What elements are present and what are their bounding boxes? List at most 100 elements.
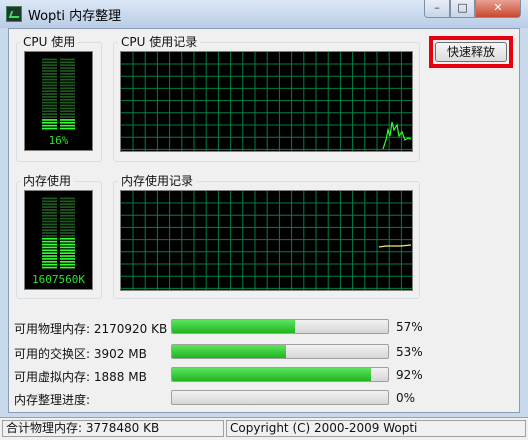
stat-percent-virtual: 92% [396, 368, 423, 382]
meter-segment [42, 90, 57, 92]
meter-segment [42, 206, 57, 208]
meter-segment [60, 75, 75, 78]
meter-segment [42, 217, 57, 220]
cpu-history-label: CPU 使用记录 [118, 35, 201, 49]
meter-segment [42, 113, 57, 115]
meter-segment [60, 110, 75, 113]
meter-segment [60, 93, 75, 95]
close-button[interactable]: ✕ [475, 0, 521, 18]
virtual-memory-bar-fill [172, 368, 371, 381]
meter-segment [42, 116, 57, 118]
meter-segment [60, 263, 75, 266]
meter-segment [60, 260, 75, 263]
meter-segment [60, 101, 75, 104]
memory-history-line [378, 244, 412, 248]
swap-bar [171, 344, 389, 359]
meter-segment [60, 258, 75, 260]
memory-graph-grid [121, 191, 412, 290]
minimize-button[interactable]: – [424, 0, 450, 18]
physical-memory-bar-fill [172, 320, 296, 333]
fast-release-button[interactable]: 快速释放 [435, 42, 507, 62]
meter-segment [60, 203, 75, 206]
memory-history-graph [120, 190, 413, 291]
meter-segment [42, 67, 57, 69]
meter-segment [60, 61, 75, 64]
memory-usage-value: 1607560K [32, 273, 85, 286]
meter-segment [42, 75, 57, 78]
meter-segment [42, 214, 57, 217]
meter-segment [60, 235, 75, 237]
meter-segment [60, 229, 75, 231]
meter-segment [42, 266, 57, 269]
meter-segment [60, 98, 75, 101]
meter-segment [60, 237, 75, 240]
cpu-graph-grid [121, 52, 412, 151]
meter-segment [42, 84, 57, 87]
cpu-usage-value: 16% [48, 134, 69, 147]
meter-segment [60, 70, 75, 72]
meter-segment [42, 70, 57, 72]
status-bar: 合计物理内存: 3778480 KB Copyright (C) 2000-20… [0, 417, 528, 440]
meter-segment [42, 203, 57, 206]
stat-label-physical: 可用物理内存: 2170920 KB [14, 322, 168, 336]
stat-percent-physical: 57% [396, 320, 423, 334]
meter-segment [42, 119, 57, 121]
meter-segment [60, 96, 75, 98]
maximize-button[interactable]: □ [450, 0, 475, 18]
meter-segment [42, 87, 57, 90]
meter-segment [42, 104, 57, 107]
cpu-history-graph [120, 51, 413, 152]
meter-segment [42, 78, 57, 81]
meter-segment [42, 73, 57, 75]
meter-segment [60, 243, 75, 246]
meter-segment [60, 121, 75, 124]
stat-percent-swap: 53% [396, 345, 423, 359]
stat-label-progress: 内存整理进度: [14, 393, 91, 407]
app-icon [6, 6, 22, 22]
title-bar: Wopti 内存整理 – □ ✕ [0, 0, 528, 28]
defrag-progress-bar [171, 390, 389, 405]
meter-segment [42, 235, 57, 237]
meter-segment [60, 87, 75, 90]
meter-segment [60, 200, 75, 203]
meter-segment [42, 243, 57, 246]
meter-segment [60, 266, 75, 269]
meter-segment [42, 229, 57, 231]
meter-segment [42, 121, 57, 124]
meter-segment [42, 220, 57, 223]
meter-segment [60, 209, 75, 211]
meter-segment [60, 84, 75, 87]
meter-segment [60, 58, 75, 61]
meter-segment [60, 214, 75, 217]
meter-segment [60, 73, 75, 75]
meter-segment [42, 212, 57, 214]
virtual-memory-bar [171, 367, 389, 382]
meter-segment [60, 113, 75, 115]
meter-segment [42, 263, 57, 266]
status-total-memory: 合计物理内存: 3778480 KB [2, 420, 224, 437]
meter-segment [60, 107, 75, 110]
memory-history-label: 内存使用记录 [118, 174, 197, 188]
meter-segment [60, 252, 75, 254]
meter-segment [60, 212, 75, 214]
stat-label-virtual: 可用虚拟内存: 1888 MB [14, 370, 147, 384]
meter-segment [42, 124, 57, 127]
meter-segment [60, 127, 75, 130]
meter-segment [60, 67, 75, 69]
meter-segment [60, 220, 75, 223]
window-title: Wopti 内存整理 [28, 9, 122, 24]
physical-memory-bar [171, 319, 389, 334]
meter-segment [60, 104, 75, 107]
meter-segment [42, 200, 57, 203]
meter-segment [60, 226, 75, 229]
meter-segment [42, 101, 57, 104]
meter-segment [60, 249, 75, 252]
meter-segment [60, 119, 75, 121]
meter-segment [42, 258, 57, 260]
meter-segment [42, 260, 57, 263]
meter-segment [42, 58, 57, 61]
meter-segment [42, 93, 57, 95]
memory-usage-label: 内存使用 [20, 174, 75, 188]
meter-segment [60, 255, 75, 257]
meter-segment [42, 107, 57, 110]
